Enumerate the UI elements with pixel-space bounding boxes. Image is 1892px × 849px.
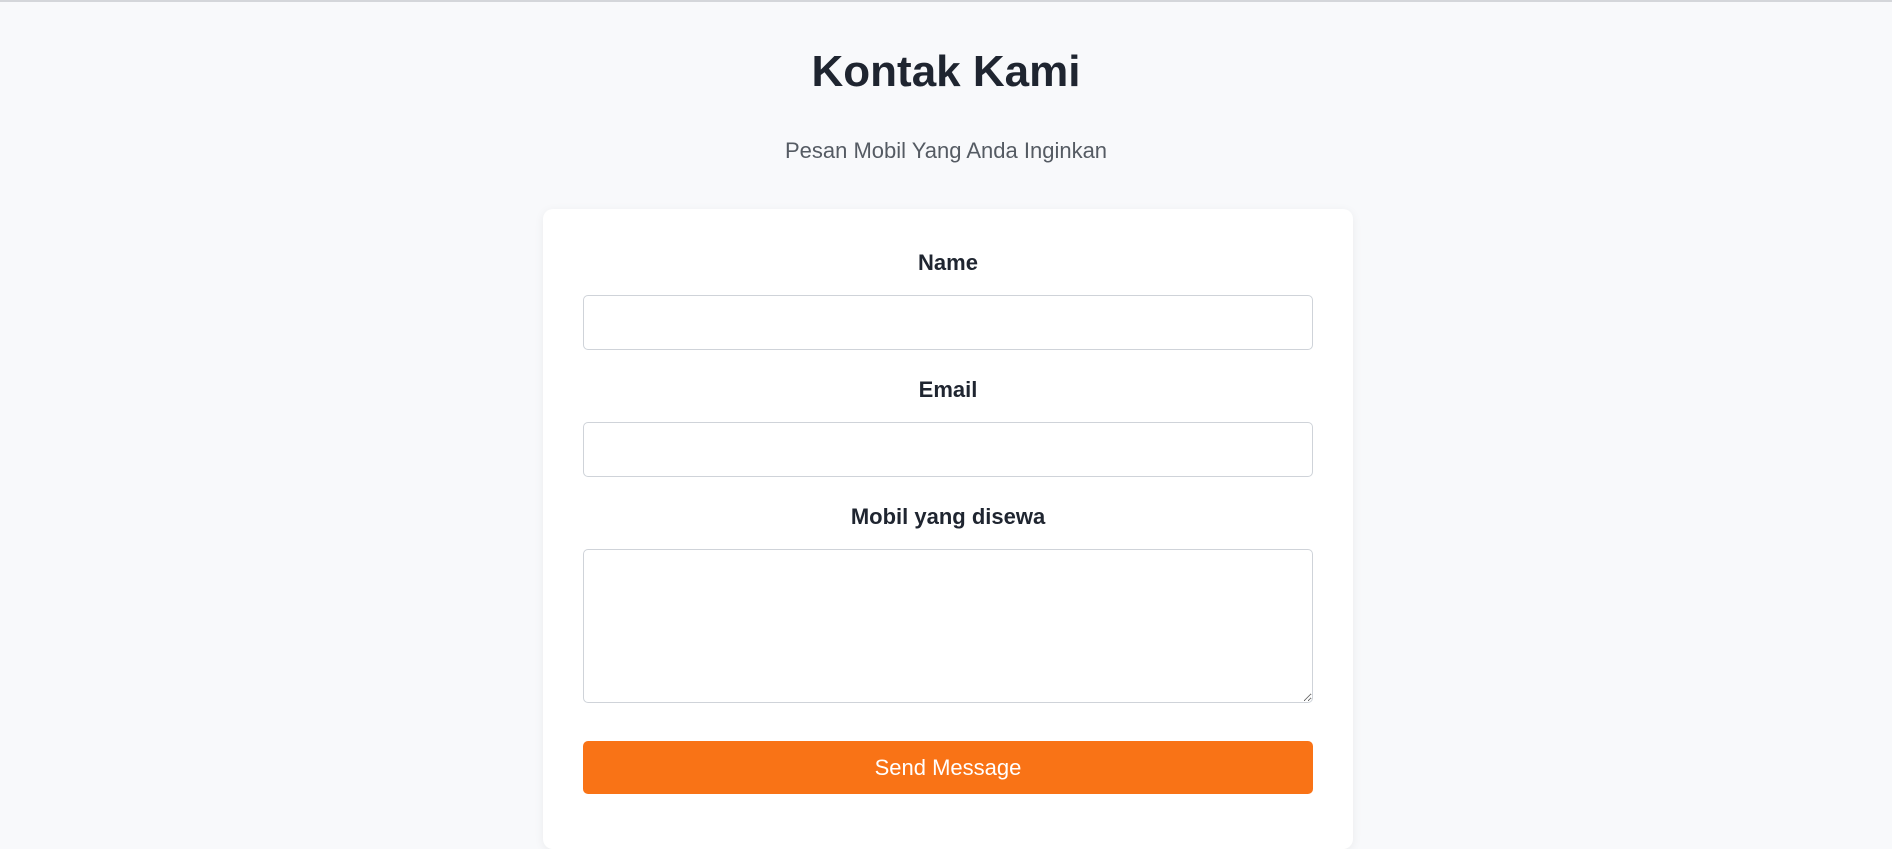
name-label: Name: [918, 250, 978, 275]
page-subtitle: Pesan Mobil Yang Anda Inginkan: [784, 138, 1108, 163]
car-textarea[interactable]: [583, 549, 1313, 703]
car-label: Mobil yang disewa: [850, 504, 1046, 529]
send-message-button[interactable]: Send Message: [583, 741, 1313, 794]
email-label: Email: [918, 377, 978, 402]
name-field[interactable]: [583, 295, 1313, 350]
email-field[interactable]: [583, 422, 1313, 477]
page-title: Kontak Kami: [811, 47, 1081, 96]
top-divider: [0, 0, 1892, 2]
contact-form-card: Name Email Mobil yang disewa Send Messag…: [543, 209, 1353, 849]
